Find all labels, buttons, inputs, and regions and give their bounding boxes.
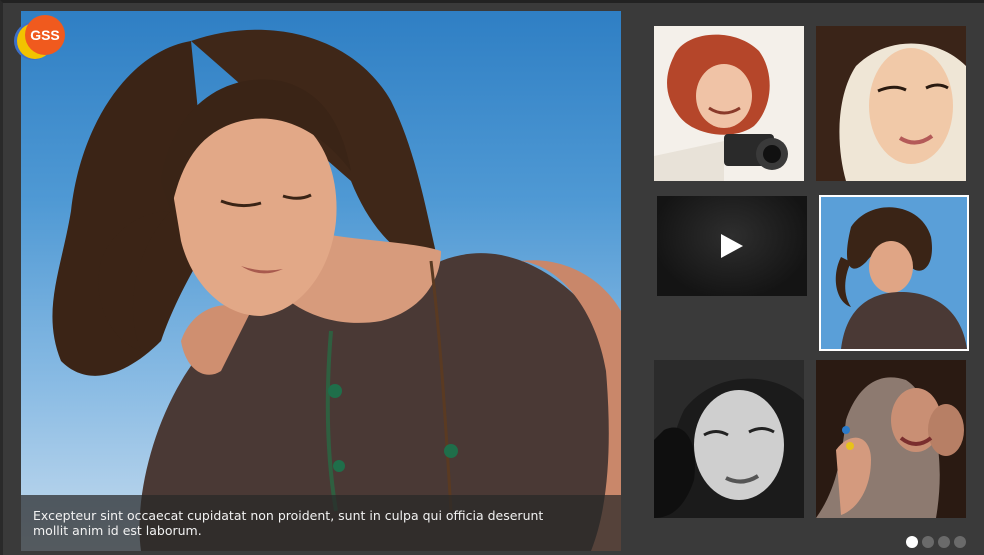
- thumbnail-video[interactable]: [657, 196, 807, 296]
- gss-logo: GSS: [11, 11, 71, 63]
- slide-caption: Excepteur sint occaecat cupidatat non pr…: [21, 495, 621, 551]
- play-icon[interactable]: [721, 234, 743, 258]
- woman-portrait-illustration: [52, 29, 621, 551]
- pager-dot-2[interactable]: [922, 536, 934, 548]
- main-slide-image[interactable]: Excepteur sint occaecat cupidatat non pr…: [21, 11, 621, 551]
- photographer-woman-image: [654, 26, 804, 181]
- thumbnail-laughing-women[interactable]: [816, 360, 966, 518]
- caption-line-1: Excepteur sint occaecat cupidatat non pr…: [33, 508, 544, 523]
- laughing-women-image: [816, 360, 966, 518]
- caption-line-2: mollit anim id est laborum.: [33, 523, 202, 538]
- woman-blue-sky-image: [821, 197, 967, 349]
- slide-pager: [906, 536, 966, 548]
- thumbnail-woman-blue-sky[interactable]: [819, 195, 969, 351]
- logo-text: GSS: [30, 27, 60, 43]
- smiling-woman-image: [816, 26, 966, 181]
- pager-dot-1[interactable]: [906, 536, 918, 548]
- bw-portrait-image: [654, 360, 804, 518]
- slideshow-frame: Excepteur sint occaecat cupidatat non pr…: [0, 0, 984, 555]
- thumbnail-smiling-woman[interactable]: [816, 26, 966, 181]
- thumbnail-bw-portrait[interactable]: [654, 360, 804, 518]
- thumbnail-photographer-woman[interactable]: [654, 26, 804, 181]
- pager-dot-4[interactable]: [954, 536, 966, 548]
- pager-dot-3[interactable]: [938, 536, 950, 548]
